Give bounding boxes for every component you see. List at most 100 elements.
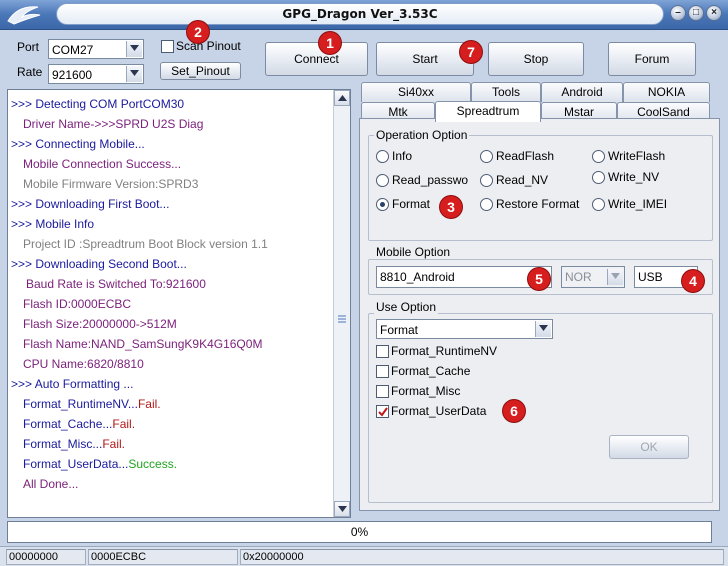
option-readflash-label: ReadFlash xyxy=(496,149,555,163)
set-pinout-button[interactable]: Set_Pinout xyxy=(160,62,241,80)
chevron-down-icon[interactable] xyxy=(126,41,142,57)
chevron-down-icon[interactable] xyxy=(126,66,142,82)
scan-pinout-checkbox[interactable] xyxy=(161,40,174,53)
radio-info[interactable] xyxy=(376,150,389,163)
option-read-password-label: Read_passwo xyxy=(392,173,469,187)
minimize-button[interactable]: – xyxy=(670,5,686,21)
chevron-down-icon[interactable] xyxy=(607,269,623,285)
ok-button[interactable]: OK xyxy=(609,435,689,459)
annotation-badge-2: 2 xyxy=(187,21,209,43)
radio-read-nv[interactable] xyxy=(480,174,493,187)
radio-write-imei[interactable] xyxy=(592,198,605,211)
maximize-button[interactable]: □ xyxy=(688,5,704,21)
connect-button[interactable]: Connect xyxy=(265,42,368,76)
window-title: GPG_Dragon Ver_3.53C xyxy=(56,3,664,25)
format-runtimenv-checkbox[interactable] xyxy=(376,345,389,358)
log-result: Fail. xyxy=(112,417,136,431)
option-restore-format-label: Restore Format xyxy=(496,197,580,211)
log-line: Flash Size:20000000->512M xyxy=(23,317,177,331)
format-runtimenv-label: Format_RuntimeNV xyxy=(391,344,498,358)
radio-format[interactable] xyxy=(376,198,389,211)
port-value: COM27 xyxy=(52,43,94,57)
format-misc-label: Format_Misc xyxy=(391,384,461,398)
log-result: Fail. xyxy=(102,437,126,451)
annotation-badge-4: 4 xyxy=(682,270,704,292)
radio-read-password[interactable] xyxy=(376,174,389,187)
use-mode-select[interactable]: Format xyxy=(376,319,553,339)
log-line: Format_Misc... xyxy=(23,437,103,451)
status-bar: 00000000 0000ECBC 0x20000000 xyxy=(0,546,728,566)
flash-type-value: NOR xyxy=(565,270,592,284)
annotation-badge-7: 7 xyxy=(460,41,482,63)
log-line: CPU Name:6820/8810 xyxy=(23,357,144,371)
log-line: >>> Auto Formatting ... xyxy=(11,377,134,391)
format-misc-checkbox[interactable] xyxy=(376,385,389,398)
app-logo-icon xyxy=(7,6,41,25)
option-writeflash-label: WriteFlash xyxy=(608,149,666,163)
log-line: >>> Downloading First Boot... xyxy=(11,197,170,211)
model-input[interactable]: 8810_Android xyxy=(376,266,552,288)
log-line: Flash ID:0000ECBC xyxy=(23,297,132,311)
chevron-down-icon[interactable] xyxy=(535,321,551,337)
log-panel[interactable]: >>> Detecting COM PortCOM30 Driver Name-… xyxy=(7,89,351,518)
log-line: Mobile Connection Success... xyxy=(23,157,182,171)
stop-button[interactable]: Stop xyxy=(488,42,584,76)
close-button[interactable]: × xyxy=(706,5,722,21)
rate-select[interactable]: 921600 xyxy=(48,64,144,84)
log-line: Mobile Firmware Version:SPRD3 xyxy=(23,177,199,191)
scan-pinout-label: Scan Pinout xyxy=(176,39,241,53)
radio-readflash[interactable] xyxy=(480,150,493,163)
radio-writeflash[interactable] xyxy=(592,150,605,163)
log-line: Format_Cache... xyxy=(23,417,113,431)
annotation-badge-5: 5 xyxy=(528,268,550,290)
forum-button[interactable]: Forum xyxy=(608,42,696,76)
spreadtrum-panel: Operation Option Info ReadFlash WriteFla… xyxy=(359,118,720,511)
log-line: >>> Detecting COM PortCOM30 xyxy=(11,97,185,111)
tab-android[interactable]: Android xyxy=(541,82,623,102)
annotation-badge-3: 3 xyxy=(440,196,462,218)
log-line: Baud Rate is Switched To:921600 xyxy=(26,277,206,291)
tab-nokia[interactable]: NOKIA xyxy=(623,82,710,102)
radio-write-nv[interactable] xyxy=(592,171,605,184)
option-info-label: Info xyxy=(392,149,413,163)
tab-spreadtrum[interactable]: Spreadtrum xyxy=(435,101,541,122)
status-cell: 0000ECBC xyxy=(88,549,238,565)
title-bar: GPG_Dragon Ver_3.53C – □ × xyxy=(0,0,728,30)
log-line: >>> Mobile Info xyxy=(11,217,95,231)
annotation-badge-1: 1 xyxy=(319,32,341,54)
option-format-label: Format xyxy=(392,197,431,211)
log-scrollbar[interactable] xyxy=(333,90,350,517)
use-option-title: Use Option xyxy=(374,300,439,314)
format-userdata-checkbox[interactable] xyxy=(376,405,389,418)
log-line: Flash Name:NAND_SamSungK9K4G16Q0M xyxy=(23,337,263,351)
option-read-nv-label: Read_NV xyxy=(496,173,549,187)
scroll-grip-icon[interactable] xyxy=(338,312,346,323)
port-select[interactable]: COM27 xyxy=(48,39,144,59)
log-line: Project ID :Spreadtrum Boot Block versio… xyxy=(23,237,268,251)
progress-bar: 0% xyxy=(7,521,712,543)
scroll-up-icon[interactable] xyxy=(334,90,350,106)
status-cell: 0x20000000 xyxy=(240,549,724,565)
format-cache-label: Format_Cache xyxy=(391,364,471,378)
check-icon xyxy=(378,407,388,417)
port-label: Port xyxy=(17,40,40,54)
scroll-down-icon[interactable] xyxy=(334,501,350,517)
start-button[interactable]: Start xyxy=(376,42,474,76)
tab-si40xx[interactable]: Si40xx xyxy=(361,82,471,102)
format-cache-checkbox[interactable] xyxy=(376,365,389,378)
log-line: Driver Name->>>SPRD U2S Diag xyxy=(23,117,204,131)
rate-value: 921600 xyxy=(52,68,93,82)
radio-restore-format[interactable] xyxy=(480,198,493,211)
progress-label: 0% xyxy=(350,525,369,539)
format-userdata-label: Format_UserData xyxy=(391,404,487,418)
flash-type-select[interactable]: NOR xyxy=(561,266,625,288)
operation-option-title: Operation Option xyxy=(374,128,470,142)
log-line: Format_RuntimeNV... xyxy=(23,397,138,411)
log-line: >>> Connecting Mobile... xyxy=(11,137,145,151)
tab-tools[interactable]: Tools xyxy=(471,82,541,102)
mobile-option-title: Mobile Option xyxy=(374,245,453,259)
option-write-nv-label: Write_NV xyxy=(608,170,660,184)
log-line: >>> Downloading Second Boot... xyxy=(11,257,187,271)
log-line: All Done... xyxy=(23,477,79,491)
annotation-badge-6: 6 xyxy=(503,400,525,422)
